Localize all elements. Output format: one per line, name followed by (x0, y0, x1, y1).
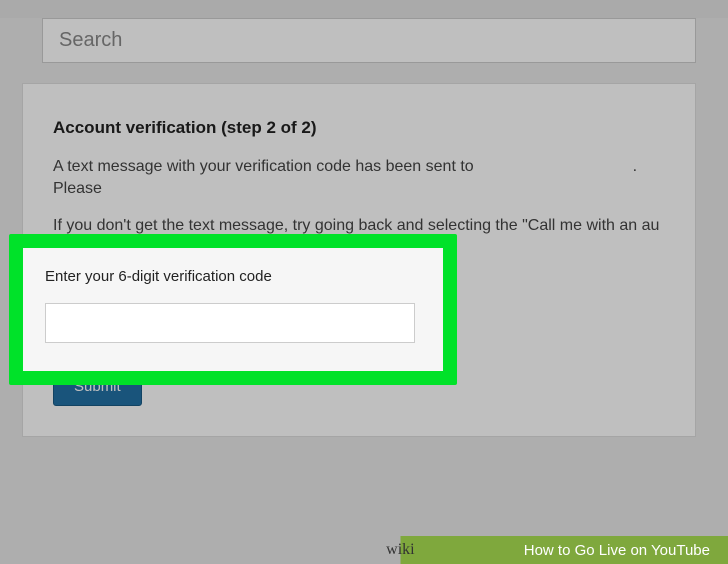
highlight-frame: Enter your 6-digit verification code (9, 234, 457, 385)
code-entry-box: Enter your 6-digit verification code (23, 248, 443, 371)
footer-bar: wiki How to Go Live on YouTube (0, 536, 728, 564)
code-entry-label: Enter your 6-digit verification code (45, 268, 421, 285)
card-text-line1: A text message with your verification co… (53, 156, 665, 201)
card-title: Account verification (step 2 of 2) (53, 118, 665, 138)
search-bar[interactable]: Search (42, 18, 696, 63)
footer-title: How to Go Live on YouTube (524, 542, 710, 559)
footer-logo-area: wiki (386, 541, 414, 559)
wiki-logo: wiki (386, 541, 414, 559)
verification-code-input[interactable] (45, 303, 415, 343)
text-part-a: A text message with your verification co… (53, 158, 474, 175)
search-placeholder: Search (59, 29, 122, 51)
